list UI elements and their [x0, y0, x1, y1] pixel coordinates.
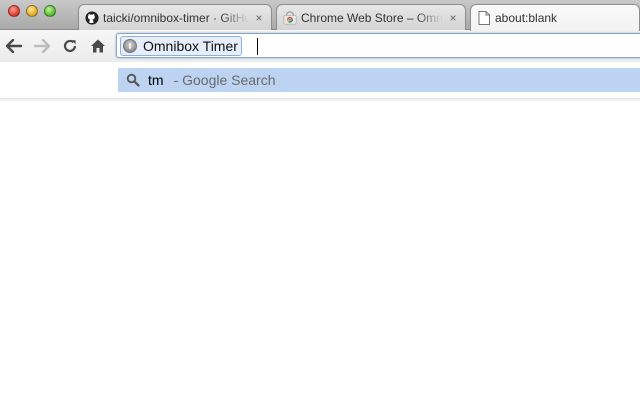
tab-close-icon[interactable]: × [447, 11, 459, 25]
omnibox[interactable]: Omnibox Timer [116, 33, 640, 58]
page-content [0, 102, 640, 400]
reload-button[interactable] [61, 37, 79, 55]
tab-title: Chrome Web Store – Omnibox Timer [301, 10, 443, 25]
zoom-window-button[interactable] [44, 5, 56, 17]
tab-title: about:blank [495, 11, 558, 25]
forward-arrow-icon [34, 39, 50, 53]
tab-close-icon[interactable]: × [253, 11, 265, 25]
reload-icon [63, 39, 77, 53]
back-button[interactable] [5, 37, 23, 55]
minimize-window-button[interactable] [26, 5, 38, 17]
blank-page-icon [477, 11, 491, 25]
tab-strip: taicki/omnibox-timer · GitHub × Chrome W… [0, 0, 640, 31]
github-icon [85, 10, 99, 25]
tab-title: taicki/omnibox-timer · GitHub [103, 10, 249, 25]
search-icon [126, 73, 140, 87]
keyword-chip: Omnibox Timer [120, 36, 242, 56]
keyword-chip-label: Omnibox Timer [143, 38, 238, 54]
suggestion-provider: - Google Search [173, 72, 276, 88]
omnibox-suggestions: tm - Google Search [116, 66, 640, 94]
close-window-button[interactable] [8, 5, 20, 17]
tab-about-blank[interactable]: about:blank [470, 4, 640, 31]
window-controls [8, 5, 56, 17]
suggestion-item[interactable]: tm - Google Search [118, 68, 640, 92]
suggestion-query: tm [148, 72, 164, 88]
text-caret [257, 38, 258, 55]
forward-button[interactable] [33, 37, 51, 55]
chrome-web-store-icon [283, 10, 297, 25]
omnibox-input[interactable] [257, 37, 637, 55]
extension-icon [123, 39, 137, 53]
home-icon [91, 39, 105, 53]
tab-chrome-web-store[interactable]: Chrome Web Store – Omnibox Timer × [276, 4, 466, 30]
tab-github[interactable]: taicki/omnibox-timer · GitHub × [78, 4, 272, 30]
home-button[interactable] [89, 37, 107, 55]
toolbar: Omnibox Timer [0, 30, 640, 62]
back-arrow-icon [6, 39, 22, 53]
